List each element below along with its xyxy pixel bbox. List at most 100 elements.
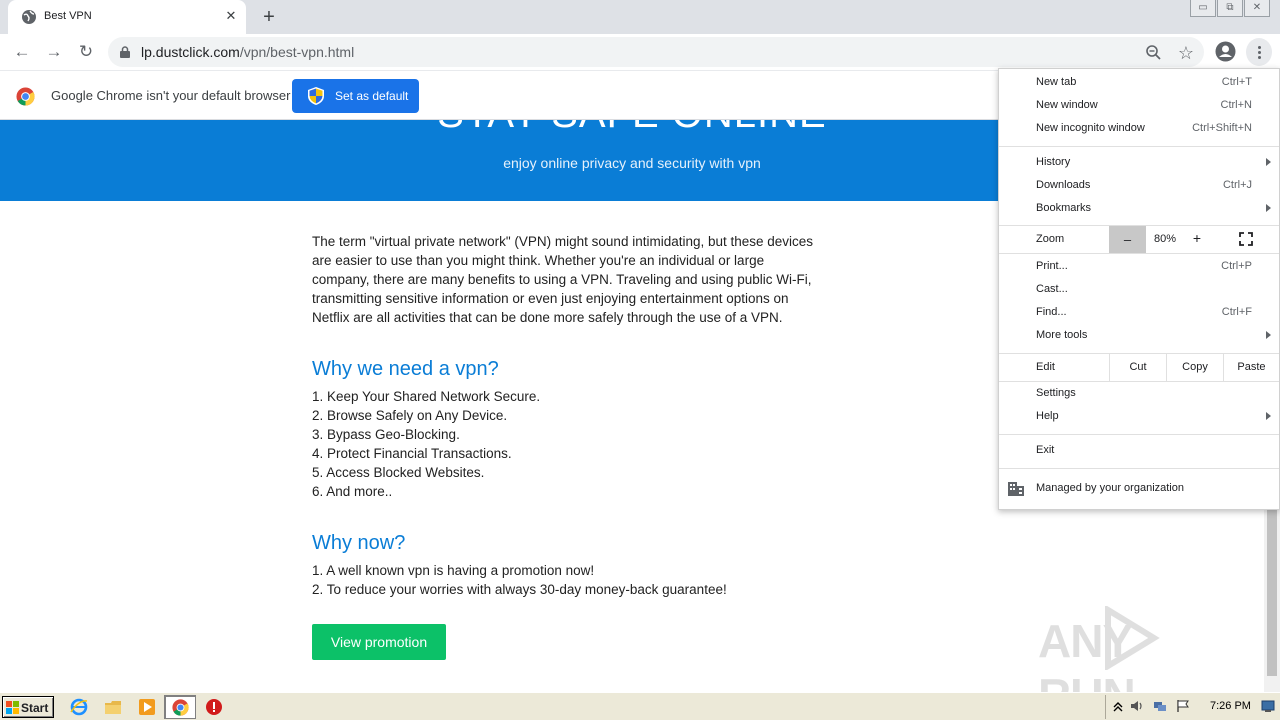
taskbar-chrome-button[interactable] bbox=[164, 695, 196, 719]
new-tab-button[interactable]: + bbox=[258, 7, 280, 29]
menu-separator bbox=[999, 253, 1279, 254]
network-icon[interactable] bbox=[1153, 699, 1167, 713]
address-bar[interactable]: lp.dustclick.com/vpn/best-vpn.html ☆ bbox=[108, 37, 1204, 67]
menu-separator bbox=[999, 434, 1279, 435]
menu-zoom-row: Zoom – 80% + bbox=[999, 226, 1279, 253]
menu-separator bbox=[999, 381, 1279, 382]
tab-best-vpn[interactable]: Best VPN ✕ bbox=[8, 0, 246, 34]
edit-label: Edit bbox=[1036, 361, 1055, 373]
start-label: Start bbox=[21, 701, 49, 715]
window-controls: ▭ ⧉ ✕ bbox=[1190, 0, 1270, 18]
why-vpn-heading: Why we need a vpn? bbox=[312, 358, 499, 380]
menu-item-find[interactable]: Find... Ctrl+F bbox=[999, 302, 1279, 325]
view-promotion-button[interactable]: View promotion bbox=[312, 624, 446, 660]
submenu-arrow-icon bbox=[1266, 412, 1271, 420]
menu-label: Cast... bbox=[1036, 283, 1068, 295]
chrome-menu-button[interactable] bbox=[1246, 38, 1272, 66]
menu-item-cast[interactable]: Cast... bbox=[999, 279, 1279, 302]
intro-line: company, there are many benefits to usin… bbox=[312, 272, 812, 287]
menu-label: Help bbox=[1036, 410, 1059, 422]
url-text[interactable]: lp.dustclick.com/vpn/best-vpn.html bbox=[141, 44, 354, 60]
why-now-heading: Why now? bbox=[312, 532, 406, 554]
zoom-level: 80% bbox=[1153, 233, 1177, 245]
internet-explorer-icon[interactable] bbox=[70, 698, 88, 716]
menu-item-history[interactable]: History bbox=[999, 152, 1279, 175]
menu-item-bookmarks[interactable]: Bookmarks bbox=[999, 198, 1279, 221]
windows-taskbar: Start 7:26 PM bbox=[0, 692, 1280, 720]
show-desktop-icon[interactable] bbox=[1261, 699, 1275, 713]
list-item: 3. Bypass Geo-Blocking. bbox=[312, 427, 460, 442]
list-item: 2. Browse Safely on Any Device. bbox=[312, 408, 508, 423]
intro-line: are easier to use than you might think. … bbox=[312, 253, 765, 268]
back-button[interactable]: ← bbox=[10, 41, 34, 63]
profile-icon[interactable] bbox=[1215, 41, 1236, 62]
menu-shortcut: Ctrl+N bbox=[1220, 99, 1252, 111]
file-explorer-icon[interactable] bbox=[104, 698, 122, 716]
stop-sign-icon[interactable] bbox=[205, 698, 223, 716]
restore-button[interactable]: ⧉ bbox=[1217, 0, 1243, 17]
zoom-icon[interactable] bbox=[1144, 43, 1164, 63]
start-button[interactable]: Start bbox=[2, 696, 54, 718]
uac-shield-icon bbox=[308, 87, 324, 105]
copy-button[interactable]: Copy bbox=[1166, 354, 1223, 381]
menu-label: Find... bbox=[1036, 306, 1067, 318]
media-player-icon[interactable] bbox=[138, 698, 156, 716]
menu-item-help[interactable]: Help bbox=[999, 406, 1279, 429]
menu-label: Print... bbox=[1036, 260, 1068, 272]
set-as-default-button[interactable]: Set as default bbox=[292, 79, 419, 113]
why-vpn-list: 1. Keep Your Shared Network Secure. 2. B… bbox=[312, 387, 540, 501]
tab-close-icon[interactable]: ✕ bbox=[224, 9, 238, 23]
menu-shortcut: Ctrl+J bbox=[1222, 179, 1252, 191]
paste-button[interactable]: Paste bbox=[1223, 354, 1279, 381]
zoom-in-button[interactable]: + bbox=[1187, 230, 1207, 246]
list-item: 6. And more.. bbox=[312, 484, 393, 499]
forward-button[interactable]: → bbox=[42, 41, 66, 63]
fullscreen-icon[interactable] bbox=[1239, 232, 1253, 246]
menu-item-settings[interactable]: Settings bbox=[999, 383, 1279, 406]
close-window-button[interactable]: ✕ bbox=[1244, 0, 1270, 17]
infobar-message: Google Chrome isn't your default browser bbox=[51, 88, 291, 103]
menu-label: Bookmarks bbox=[1036, 202, 1092, 214]
menu-item-downloads[interactable]: Downloads Ctrl+J bbox=[999, 175, 1279, 198]
list-item: 4. Protect Financial Transactions. bbox=[312, 446, 512, 461]
list-item: 1. Keep Your Shared Network Secure. bbox=[312, 389, 541, 404]
scrollbar-thumb[interactable] bbox=[1267, 510, 1277, 676]
url-host: lp.dustclick.com bbox=[141, 44, 240, 60]
zoom-out-button[interactable]: – bbox=[1109, 226, 1146, 253]
menu-item-exit[interactable]: Exit bbox=[999, 440, 1279, 463]
volume-icon[interactable] bbox=[1130, 699, 1144, 713]
menu-item-new-incognito[interactable]: New incognito window Ctrl+Shift+N bbox=[999, 118, 1279, 141]
menu-item-print[interactable]: Print... Ctrl+P bbox=[999, 256, 1279, 279]
menu-label: More tools bbox=[1036, 329, 1088, 341]
menu-label: New tab bbox=[1036, 76, 1077, 88]
submenu-arrow-icon bbox=[1266, 331, 1271, 339]
list-item: 5. Access Blocked Websites. bbox=[312, 465, 485, 480]
show-hidden-icons-arrow-icon[interactable] bbox=[1111, 699, 1125, 713]
system-tray: 7:26 PM bbox=[1105, 695, 1280, 719]
menu-item-new-window[interactable]: New window Ctrl+N bbox=[999, 95, 1279, 118]
reload-button[interactable]: ↻ bbox=[74, 41, 98, 63]
action-center-flag-icon[interactable] bbox=[1176, 699, 1190, 713]
cut-button[interactable]: Cut bbox=[1109, 354, 1166, 381]
list-item: 1. A well known vpn is having a promotio… bbox=[312, 563, 595, 578]
minimize-button[interactable]: ▭ bbox=[1190, 0, 1216, 17]
menu-shortcut: Ctrl+Shift+N bbox=[1192, 122, 1252, 134]
menu-separator bbox=[999, 468, 1279, 469]
menu-separator bbox=[999, 146, 1279, 147]
globe-icon bbox=[22, 10, 36, 24]
menu-label: New incognito window bbox=[1036, 122, 1145, 134]
tab-title: Best VPN bbox=[44, 10, 92, 22]
menu-label: Settings bbox=[1036, 387, 1076, 399]
menu-item-new-tab[interactable]: New tab Ctrl+T bbox=[999, 72, 1279, 95]
intro-line: Netflix are all activities that can be d… bbox=[312, 310, 783, 325]
browser-toolbar: ← → ↻ lp.dustclick.com/vpn/best-vpn.html… bbox=[0, 34, 1280, 70]
menu-edit-row: Edit Cut Copy Paste bbox=[999, 354, 1279, 381]
zoom-label: Zoom bbox=[1036, 233, 1065, 245]
menu-item-managed[interactable]: Managed by your organization bbox=[999, 478, 1279, 501]
list-item: 2. To reduce your worries with always 30… bbox=[312, 582, 727, 597]
intro-line: transmitting sensitive information or ev… bbox=[312, 291, 789, 306]
menu-shortcut: Ctrl+P bbox=[1221, 260, 1252, 272]
bookmark-star-icon[interactable]: ☆ bbox=[1176, 43, 1196, 63]
windows-flag-icon bbox=[6, 701, 19, 714]
menu-item-more-tools[interactable]: More tools bbox=[999, 325, 1279, 348]
